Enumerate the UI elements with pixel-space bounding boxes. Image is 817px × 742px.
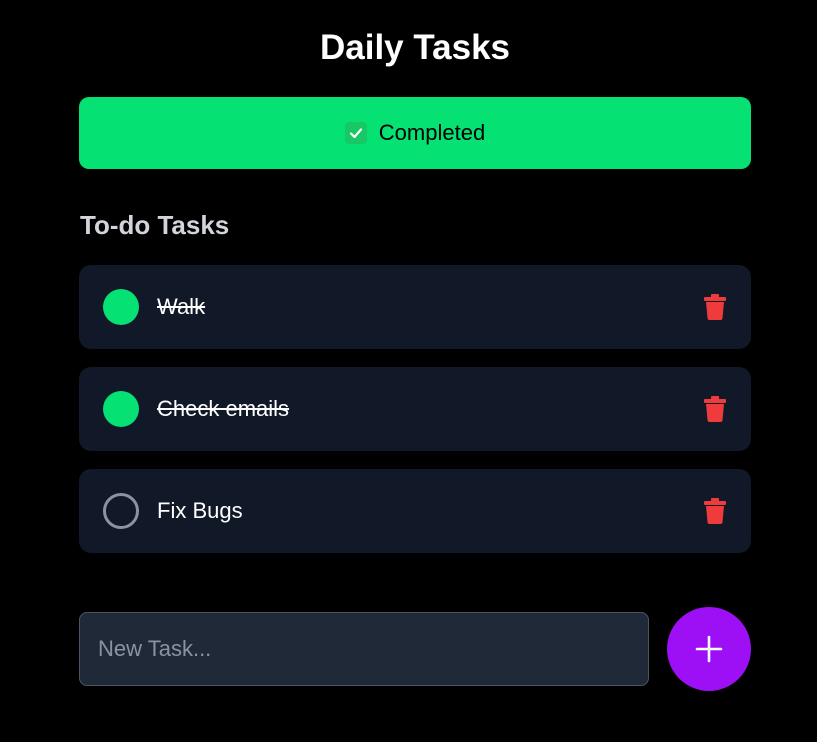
checkbox-checked-icon xyxy=(344,122,367,144)
add-task-button[interactable] xyxy=(667,607,751,691)
plus-icon xyxy=(695,635,723,663)
completed-filter-button[interactable]: Completed xyxy=(79,97,751,169)
task-item: Check emails xyxy=(79,367,751,451)
task-item: Fix Bugs xyxy=(79,469,751,553)
trash-icon[interactable] xyxy=(704,498,726,524)
task-complete-toggle[interactable] xyxy=(103,289,139,325)
task-complete-toggle[interactable] xyxy=(103,391,139,427)
new-task-input[interactable] xyxy=(79,612,649,686)
trash-icon[interactable] xyxy=(704,294,726,320)
task-item: Walk xyxy=(79,265,751,349)
task-label: Walk xyxy=(157,294,206,319)
page-title: Daily Tasks xyxy=(319,28,511,67)
task-list: Walk Check emails Fix Bugs xyxy=(79,265,751,571)
task-complete-toggle[interactable] xyxy=(103,493,139,529)
completed-button-label: Completed xyxy=(378,120,486,145)
task-label: Fix Bugs xyxy=(157,498,243,523)
section-title: To-do Tasks xyxy=(80,210,230,240)
trash-icon[interactable] xyxy=(704,396,726,422)
task-label: Check emails xyxy=(157,396,290,421)
